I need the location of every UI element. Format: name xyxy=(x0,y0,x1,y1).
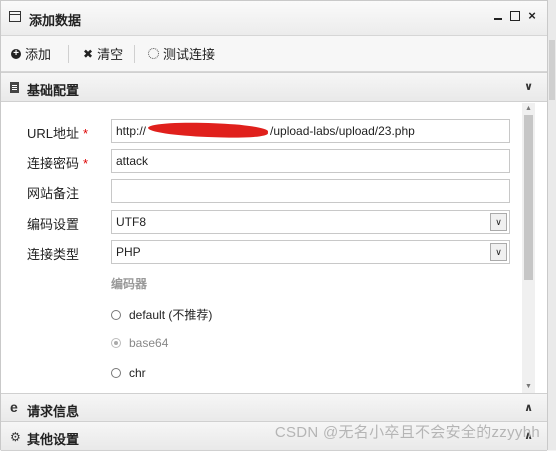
clear-button[interactable]: ✖ 清空 xyxy=(83,36,123,71)
add-data-window: 添加数据 × + 添加 ✖ 清空 测试连接 基础配置 ∨ URL地址 * htt… xyxy=(0,0,548,451)
encoding-label: 编码设置 xyxy=(27,217,80,232)
encoder-option-default[interactable]: default (不推荐) xyxy=(111,306,212,323)
chevron-down-icon[interactable]: ∨ xyxy=(490,213,507,231)
encoder-option-base64[interactable]: base64 xyxy=(111,336,168,350)
radio-button[interactable] xyxy=(111,368,121,378)
note-row: 网站备注 xyxy=(1,178,521,204)
encoder-option-chr[interactable]: chr xyxy=(111,366,146,380)
window-title: 添加数据 xyxy=(29,13,82,28)
note-input[interactable] xyxy=(111,179,510,203)
scrollbar-thumb[interactable] xyxy=(524,115,533,280)
spinner-icon xyxy=(148,48,159,59)
close-icon[interactable]: × xyxy=(527,9,537,22)
url-input[interactable]: http:///upload-labs/upload/23.php xyxy=(111,119,510,143)
url-label: URL地址 * xyxy=(27,126,89,141)
encoding-row: 编码设置 UTF8 ∨ xyxy=(1,209,521,235)
password-label: 连接密码 * xyxy=(27,156,89,171)
section-header-request[interactable]: e 请求信息 ∧ xyxy=(1,393,547,423)
maximize-icon[interactable] xyxy=(510,11,520,21)
test-connection-button[interactable]: 测试连接 xyxy=(148,36,215,71)
url-row: URL地址 * http:///upload-labs/upload/23.php xyxy=(1,118,521,144)
toolbar-divider xyxy=(134,45,135,63)
password-input[interactable]: attack xyxy=(111,149,510,173)
toolbar: + 添加 ✖ 清空 测试连接 xyxy=(1,36,547,72)
section-title-request: 请求信息 xyxy=(27,404,80,419)
type-select[interactable]: PHP ∨ xyxy=(111,240,510,264)
type-row: 连接类型 PHP ∨ xyxy=(1,239,521,265)
note-label: 网站备注 xyxy=(27,186,80,201)
scrollbar-thumb[interactable] xyxy=(549,40,555,100)
test-connection-label: 测试连接 xyxy=(163,47,216,62)
title-bar: 添加数据 × xyxy=(1,1,547,36)
clear-button-label: 清空 xyxy=(97,47,124,62)
password-row: 连接密码 * attack xyxy=(1,148,521,174)
chevron-up-icon[interactable]: ∧ xyxy=(524,401,533,414)
redaction-mark xyxy=(147,120,269,140)
watermark: CSDN @无名小卒且不会安全的zzyyhh xyxy=(274,424,540,441)
document-icon xyxy=(10,82,19,93)
encoding-select[interactable]: UTF8 ∨ xyxy=(111,210,510,234)
section-title-basic: 基础配置 xyxy=(27,83,80,98)
scroll-up-icon[interactable]: ▲ xyxy=(522,103,535,115)
window-controls: × xyxy=(493,9,537,22)
basic-config-panel: URL地址 * http:///upload-labs/upload/23.php… xyxy=(1,103,547,393)
gears-icon: ⚙ xyxy=(10,430,21,444)
plus-circle-icon: + xyxy=(11,48,21,59)
radio-button[interactable] xyxy=(111,309,121,320)
encoder-title: 编码器 xyxy=(111,277,148,291)
window-icon xyxy=(9,11,21,22)
chevron-down-icon[interactable]: ∨ xyxy=(490,243,507,261)
panel-scrollbar[interactable]: ▲ ▼ xyxy=(522,103,535,393)
add-button[interactable]: + 添加 xyxy=(11,36,51,71)
section-title-other: 其他设置 xyxy=(27,432,80,447)
radio-button[interactable] xyxy=(111,338,121,348)
add-button-label: 添加 xyxy=(25,47,52,62)
type-label: 连接类型 xyxy=(27,247,80,262)
toolbar-divider xyxy=(68,45,69,63)
page-scrollbar[interactable] xyxy=(548,0,556,450)
close-icon: ✖ xyxy=(83,46,94,61)
scroll-down-icon[interactable]: ▼ xyxy=(522,381,535,393)
section-header-basic[interactable]: 基础配置 ∨ xyxy=(1,72,547,102)
minimize-icon[interactable] xyxy=(493,11,503,21)
chevron-down-icon[interactable]: ∨ xyxy=(524,80,533,93)
request-icon: e xyxy=(10,399,18,415)
